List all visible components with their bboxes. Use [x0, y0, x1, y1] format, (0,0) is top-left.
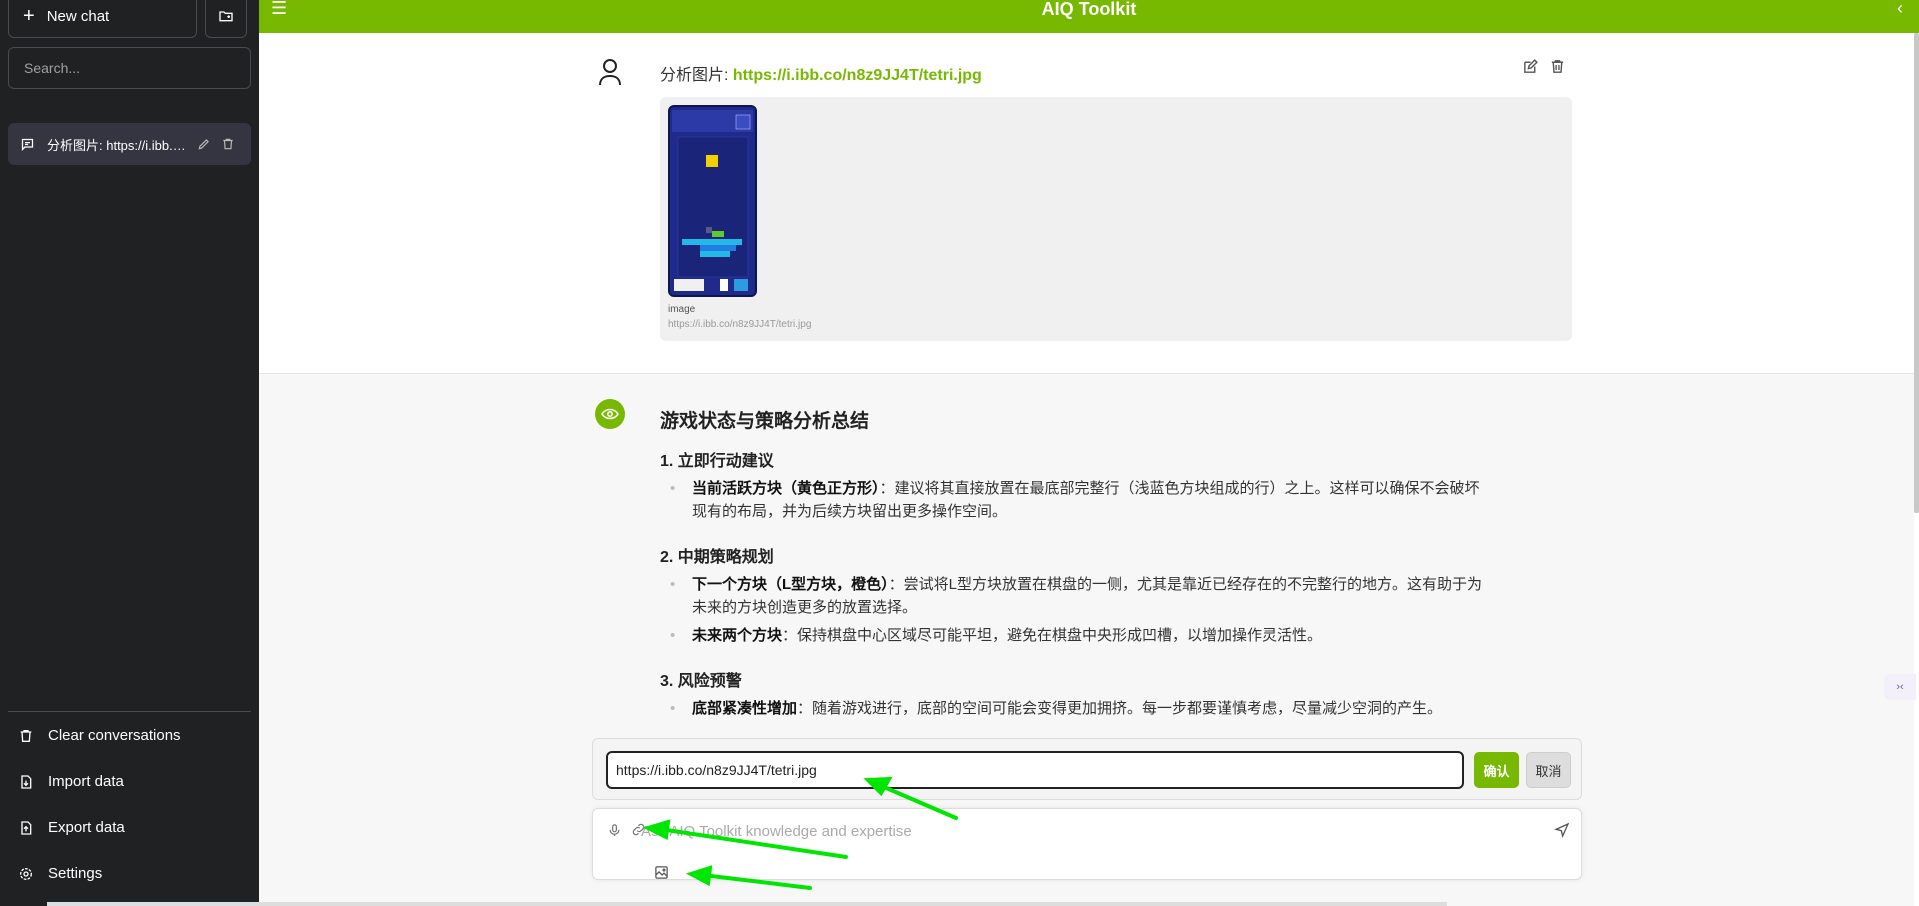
clear-conversations-label: Clear conversations	[48, 727, 181, 744]
answer-title: 游戏状态与策略分析总结	[660, 411, 870, 432]
item-bold: 下一个方块（L型方块，橙色）	[692, 576, 889, 593]
conversation-item[interactable]: 分析图片: https://i.ibb.co/n8z9JJ4T/tetri.jp…	[8, 123, 251, 165]
section-list: 当前活跃方块（黄色正方形）：建议将其直接放置在最底部完整行（浅蓝色方块组成的行）…	[660, 477, 1490, 523]
settings-button[interactable]: Settings	[18, 865, 102, 882]
section-heading: 3. 风险预警	[660, 673, 742, 690]
list-item: 当前活跃方块（黄色正方形）：建议将其直接放置在最底部完整行（浅蓝色方块组成的行）…	[660, 477, 1490, 523]
image-caption: image	[668, 304, 696, 315]
section-heading: 1. 立即行动建议	[660, 453, 774, 470]
image-upload-icon[interactable]	[654, 865, 669, 885]
item-bold: 未来两个方块	[692, 627, 783, 644]
app-title: AIQ Toolkit	[1041, 0, 1137, 19]
section-heading: 2. 中期策略规划	[660, 549, 774, 566]
sidebar-divider	[8, 711, 251, 712]
plus-icon: +	[23, 5, 35, 27]
section-list: 底部紧凑性增加：随着游戏进行，底部的空间可能会变得更加拥挤。每一步都要谨慎考虑，…	[660, 697, 1490, 720]
pencil-square-icon	[1524, 59, 1538, 73]
item-text: ：保持棋盘中心区域尽可能平坦，避免在棋盘中央形成凹槽，以增加操作灵活性。	[782, 627, 1323, 644]
section-list: 下一个方块（L型方块，橙色）：尝试将L型方块放置在棋盘的一侧，尤其是靠近已经存在…	[660, 573, 1490, 647]
nvidia-logo-icon	[595, 399, 625, 429]
settings-label: Settings	[48, 865, 103, 882]
gear-icon	[20, 867, 32, 880]
user-message-text: 分析图片: https://i.ibb.co/n8z9JJ4T/tetri.jp…	[660, 61, 982, 85]
search-input[interactable]	[8, 47, 251, 89]
image-url: https://i.ibb.co/n8z9JJ4T/tetri.jpg	[668, 319, 812, 330]
user-message: 分析图片: https://i.ibb.co/n8z9JJ4T/tetri.jp…	[259, 33, 1914, 374]
trash-icon	[20, 729, 32, 742]
edit-message-button[interactable]	[1522, 58, 1539, 80]
confirm-button[interactable]: 确认	[1474, 752, 1519, 788]
export-data-button[interactable]: Export data	[18, 819, 125, 836]
item-text: ：随着游戏进行，底部的空间可能会变得更加拥挤。每一步都要谨慎考虑，尽量减少空洞的…	[797, 700, 1443, 717]
delete-message-button[interactable]	[1549, 58, 1566, 80]
import-data-label: Import data	[48, 773, 124, 790]
chevron-left-icon[interactable]: ‹	[1897, 0, 1903, 17]
list-item: 下一个方块（L型方块，橙色）：尝试将L型方块放置在棋盘的一侧，尤其是靠近已经存在…	[660, 573, 1490, 619]
send-icon[interactable]	[1553, 822, 1570, 843]
export-data-label: Export data	[48, 819, 125, 836]
folder-plus-icon	[219, 11, 233, 22]
new-folder-button[interactable]	[205, 0, 247, 38]
new-chat-label: New chat	[46, 7, 110, 25]
image-attachment-card: image https://i.ibb.co/n8z9JJ4T/tetri.jp…	[660, 97, 1572, 341]
chat-input-box	[592, 808, 1582, 880]
pencil-icon	[198, 139, 209, 150]
sidebar: + New chat 分析图片: https://i.ibb.co/n8z9JJ…	[0, 0, 259, 906]
trash-icon	[223, 138, 233, 150]
scrollbar[interactable]	[1914, 33, 1919, 513]
user-message-prefix: 分析图片:	[660, 67, 733, 84]
horizontal-scrollbar[interactable]	[47, 902, 1447, 906]
clear-conversations-button[interactable]: Clear conversations	[18, 727, 181, 744]
import-data-button[interactable]: Import data	[18, 773, 124, 790]
cancel-button[interactable]: 取消	[1526, 752, 1571, 788]
file-import-icon	[21, 774, 32, 789]
image-link[interactable]: https://i.ibb.co/n8z9JJ4T/tetri.jpg	[733, 67, 982, 84]
answer-content: 游戏状态与策略分析总结 1. 立即行动建议 当前活跃方块（黄色正方形）：建议将其…	[660, 406, 1490, 740]
image-url-input[interactable]	[606, 751, 1464, 789]
list-item: 未来两个方块：保持棋盘中心区域尽可能平坦，避免在棋盘中央形成凹槽，以增加操作灵活…	[660, 624, 1490, 647]
image-url-panel: 确认 取消	[592, 738, 1582, 800]
side-panel-tab[interactable]: ›‹	[1884, 674, 1916, 700]
chat-input[interactable]	[641, 817, 1521, 845]
microphone-icon[interactable]	[607, 822, 622, 844]
header-bar: ☰ AIQ Toolkit ‹	[259, 0, 1919, 33]
item-bold: 当前活跃方块（黄色正方形）	[692, 480, 880, 497]
chat-bubble-icon	[21, 138, 34, 151]
tetris-screenshot-image[interactable]	[668, 105, 757, 297]
trash-icon	[1551, 60, 1564, 73]
edit-conversation-button[interactable]	[197, 137, 211, 151]
user-icon	[599, 59, 621, 86]
new-chat-button[interactable]: + New chat	[8, 0, 197, 38]
file-export-icon	[21, 820, 32, 835]
item-bold: 底部紧凑性增加	[692, 700, 798, 717]
conversation-label: 分析图片: https://i.ibb.co/n8z9JJ4T/tetri.jp…	[47, 137, 187, 153]
message-actions	[1522, 58, 1566, 80]
delete-conversation-button[interactable]	[221, 137, 235, 151]
list-item: 底部紧凑性增加：随着游戏进行，底部的空间可能会变得更加拥挤。每一步都要谨慎考虑，…	[660, 697, 1490, 720]
